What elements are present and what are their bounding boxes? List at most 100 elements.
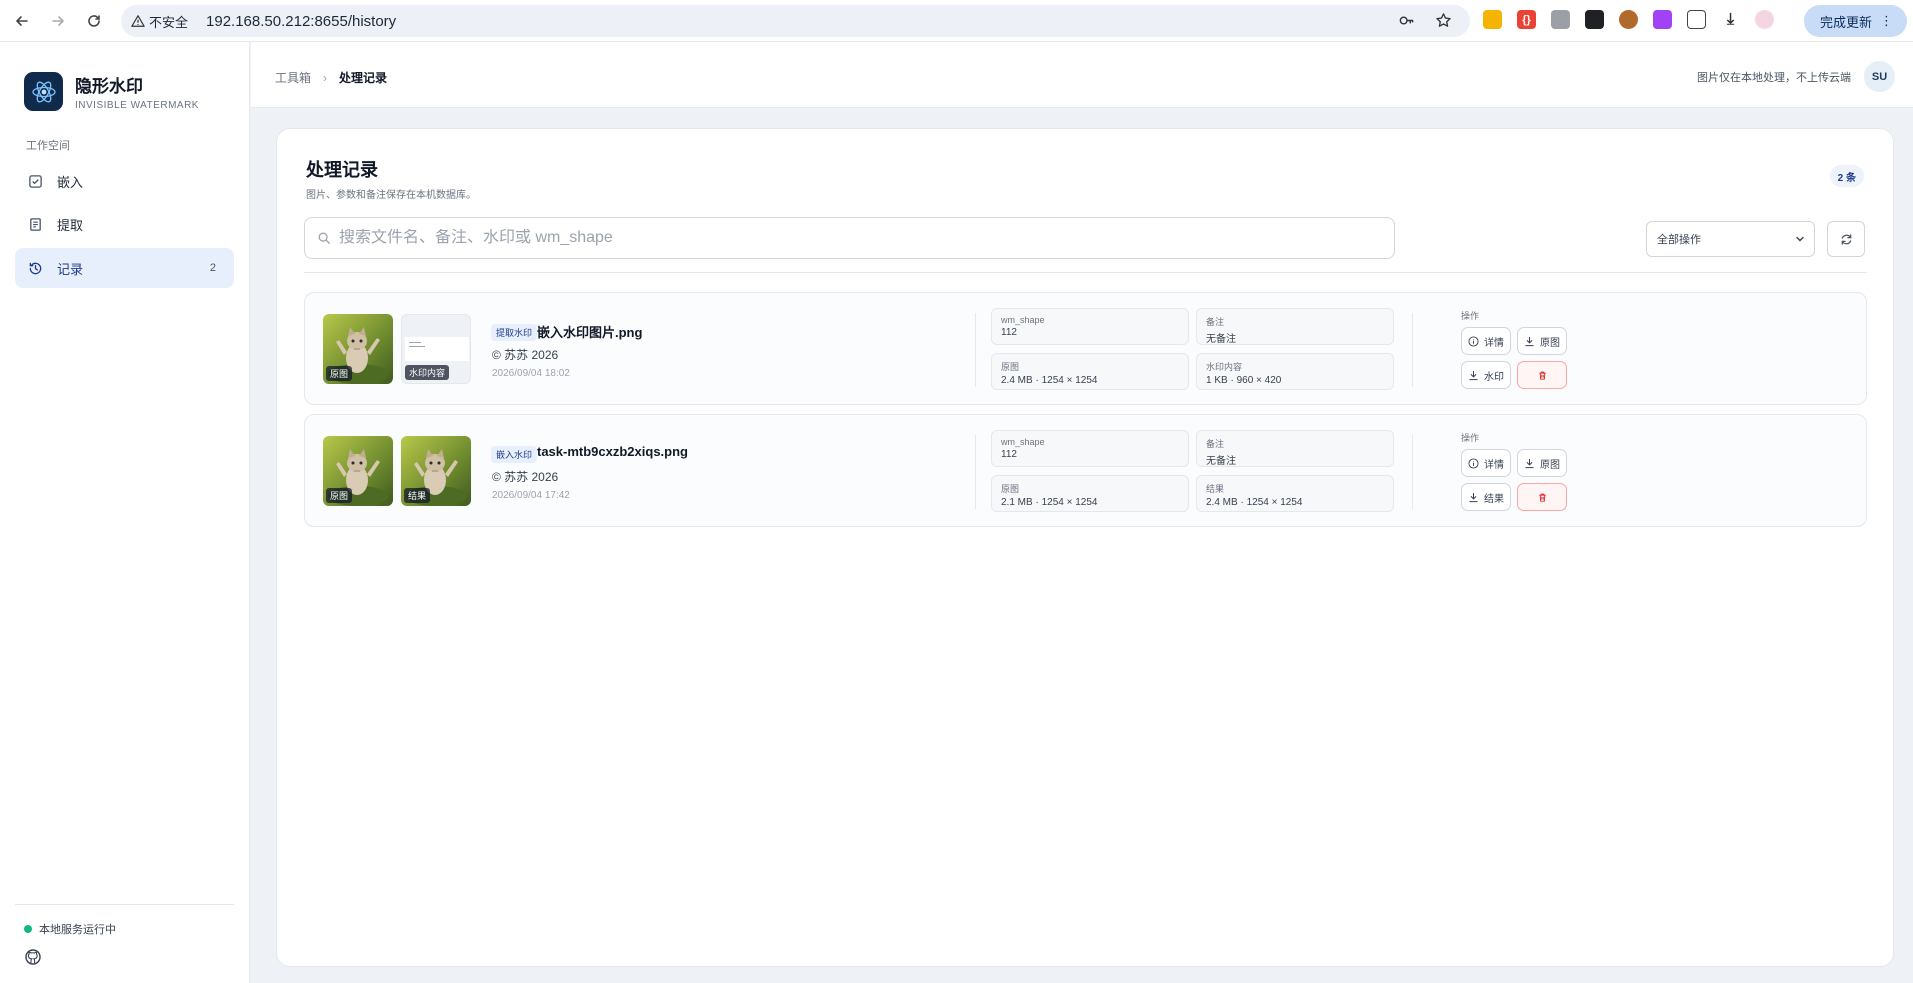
avatar[interactable]: SU xyxy=(1864,61,1895,92)
meta-key: 结果 xyxy=(1206,484,1225,494)
delete-button[interactable] xyxy=(1517,483,1567,511)
arrow-right-icon xyxy=(52,15,64,26)
meta-value: 112 xyxy=(1001,449,1017,460)
sidebar-divider xyxy=(15,904,234,905)
github-icon[interactable] xyxy=(25,949,41,970)
extension-translate-icon[interactable] xyxy=(1551,10,1570,29)
thumbnail-label: 水印内容 xyxy=(405,365,450,380)
sidebar-item-label: 嵌入 xyxy=(57,174,84,190)
extension-monkey-icon[interactable] xyxy=(1619,10,1638,29)
download-original-button[interactable]: 原图 xyxy=(1517,449,1567,477)
meta-value: 无备注 xyxy=(1206,334,1236,345)
download-result-button[interactable]: 结果 xyxy=(1461,483,1511,511)
meta-key: 备注 xyxy=(1206,317,1225,327)
security-label: 不安全 xyxy=(149,14,189,30)
address-bar[interactable]: 不安全 192.168.50.212:8655/history xyxy=(121,5,1470,37)
meta-watermark-content: 水印内容 1 KB · 960 × 420 xyxy=(1196,353,1394,390)
watermark-text: © 苏苏 2026 xyxy=(492,470,559,484)
brand[interactable]: 隐形水印 INVISIBLE WATERMARK xyxy=(24,72,199,111)
star-icon[interactable] xyxy=(1435,12,1452,29)
sidebar-item-label: 记录 xyxy=(57,261,84,277)
forward-button[interactable] xyxy=(44,7,72,35)
service-status-label: 本地服务运行中 xyxy=(39,924,116,936)
info-icon xyxy=(1468,457,1479,469)
thumbnail-label: 结果 xyxy=(404,488,431,503)
security-indicator[interactable]: 不安全 xyxy=(131,12,200,31)
row-divider xyxy=(1412,435,1413,509)
reload-button[interactable] xyxy=(80,7,108,35)
document-icon xyxy=(30,217,41,231)
refresh-icon xyxy=(1841,233,1851,245)
meta-note: 备注 无备注 xyxy=(1196,308,1394,345)
meta-note: 备注 无备注 xyxy=(1196,430,1394,467)
privacy-note: 图片仅在本地处理，不上传云端 xyxy=(1697,72,1851,84)
sidebar-item-label: 提取 xyxy=(57,217,84,233)
update-button[interactable]: 完成更新 ⋮ xyxy=(1803,5,1907,37)
details-button[interactable]: 详情 xyxy=(1461,449,1511,477)
button-label: 原图 xyxy=(1540,459,1560,471)
brand-subtitle: INVISIBLE WATERMARK xyxy=(75,100,199,111)
extension-notes-icon[interactable] xyxy=(1483,10,1502,29)
button-label: 详情 xyxy=(1484,337,1504,349)
meta-value: 2.1 MB · 1254 × 1254 xyxy=(1001,497,1098,508)
sidebar-item-embed[interactable]: 嵌入 xyxy=(15,161,234,201)
sidebar-item-extract[interactable]: 提取 xyxy=(15,204,234,244)
meta-key: 原图 xyxy=(1001,484,1020,494)
extensions-puzzle-icon[interactable] xyxy=(1687,10,1706,29)
meta-original: 原图 2.4 MB · 1254 × 1254 xyxy=(991,353,1189,390)
operation-type-badge: 提取水印 xyxy=(491,324,538,341)
profile-avatar-icon[interactable] xyxy=(1755,10,1774,29)
original-thumbnail[interactable]: 原图 xyxy=(323,436,393,506)
sidebar-item-count: 2 xyxy=(209,262,216,274)
url-text[interactable]: 192.168.50.212:8655/history xyxy=(206,13,396,30)
key-icon[interactable] xyxy=(1398,12,1415,29)
search-input[interactable] xyxy=(339,229,1379,247)
download-original-button[interactable]: 原图 xyxy=(1517,327,1567,355)
search-icon xyxy=(318,232,330,244)
meta-value: 112 xyxy=(1001,327,1017,338)
record-row: 原图 水印内容 提取水印 嵌入水印图片.png © 苏苏 2026 2026/0… xyxy=(304,292,1867,405)
back-button[interactable] xyxy=(8,7,36,35)
search-box[interactable] xyxy=(304,217,1395,259)
delete-button[interactable] xyxy=(1517,361,1567,389)
more-vert-icon: ⋮ xyxy=(1880,13,1893,28)
checkbox-icon xyxy=(29,174,42,188)
extension-mobile-icon[interactable] xyxy=(1653,10,1672,29)
original-thumbnail[interactable]: 原图 xyxy=(323,314,393,384)
service-status: 本地服务运行中 xyxy=(24,921,116,937)
meta-value: 无备注 xyxy=(1206,456,1236,467)
operation-filter-select[interactable]: 全部操作 xyxy=(1646,221,1815,257)
breadcrumb: 工具箱 › 处理记录 xyxy=(275,69,387,86)
extension-json-icon[interactable]: {} xyxy=(1517,10,1536,29)
record-timestamp: 2026/09/04 18:02 xyxy=(492,368,570,379)
download-watermark-button[interactable]: 水印 xyxy=(1461,361,1511,389)
meta-key: 水印内容 xyxy=(1206,362,1243,372)
card-divider xyxy=(304,272,1867,273)
meta-original: 原图 2.1 MB · 1254 × 1254 xyxy=(991,475,1189,512)
history-icon xyxy=(29,262,42,274)
trash-icon xyxy=(1538,493,1546,502)
sidebar-item-history[interactable]: 记录 2 xyxy=(15,248,234,288)
download-icon xyxy=(1469,492,1478,502)
row-divider xyxy=(1412,313,1413,387)
breadcrumb-toolbox[interactable]: 工具箱 xyxy=(275,69,311,86)
meta-key: wm_shape xyxy=(1001,437,1045,447)
watermark-thumbnail[interactable]: 水印内容 xyxy=(401,314,471,384)
operations-label: 操作 xyxy=(1461,311,1480,321)
thumbnail-label: 原图 xyxy=(326,488,353,503)
button-label: 原图 xyxy=(1540,337,1560,349)
details-button[interactable]: 详情 xyxy=(1461,327,1511,355)
reload-icon xyxy=(88,14,100,27)
button-label: 详情 xyxy=(1484,459,1504,471)
result-thumbnail[interactable]: 结果 xyxy=(401,436,471,506)
refresh-button[interactable] xyxy=(1827,221,1865,257)
download-icon[interactable]: ⤓ xyxy=(1721,10,1740,29)
filter-value: 全部操作 xyxy=(1657,234,1701,246)
page-title: 处理记录 xyxy=(306,160,378,180)
breadcrumb-current: 处理记录 xyxy=(339,71,388,85)
meta-value: 2.4 MB · 1254 × 1254 xyxy=(1206,497,1303,508)
meta-value: 1 KB · 960 × 420 xyxy=(1206,375,1282,386)
brand-title: 隐形水印 xyxy=(75,77,143,96)
extension-panda-icon[interactable] xyxy=(1585,10,1604,29)
warning-icon xyxy=(131,15,145,27)
